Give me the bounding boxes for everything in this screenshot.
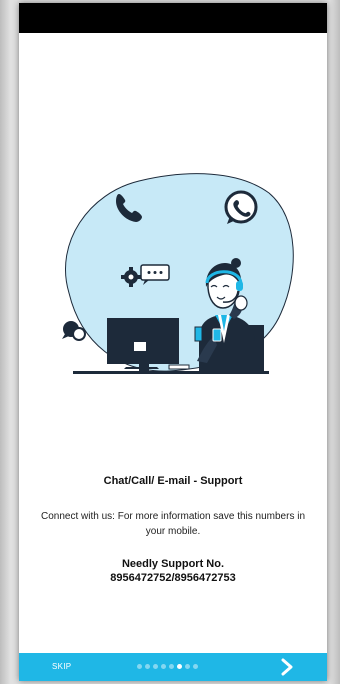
whatsapp-icon (224, 190, 258, 224)
chevron-right-icon[interactable] (277, 657, 297, 677)
page-dot (137, 664, 142, 669)
page-dot (153, 664, 158, 669)
page-indicator (137, 664, 198, 669)
bottom-navigation: SKIP (19, 653, 327, 681)
page-dot (185, 664, 190, 669)
page-dot (161, 664, 166, 669)
monitor (107, 318, 190, 371)
desk (73, 371, 269, 374)
page-dot (169, 664, 174, 669)
page-dot (193, 664, 198, 669)
skip-button[interactable]: SKIP (52, 662, 71, 671)
support-label: Needly Support No. (121, 558, 225, 570)
page-description: Connect with us: For more information sa… (41, 511, 305, 537)
page-title: Chat/Call/ E-mail - Support (103, 475, 243, 487)
page-dot-active (177, 664, 182, 669)
support-number: 8956472752/8956472753 (110, 572, 236, 584)
support-illustration (62, 173, 294, 374)
page-dot (145, 664, 150, 669)
status-bar (19, 3, 327, 33)
phone-screen: Chat/Call/ E-mail - Support Connect with… (19, 3, 327, 681)
